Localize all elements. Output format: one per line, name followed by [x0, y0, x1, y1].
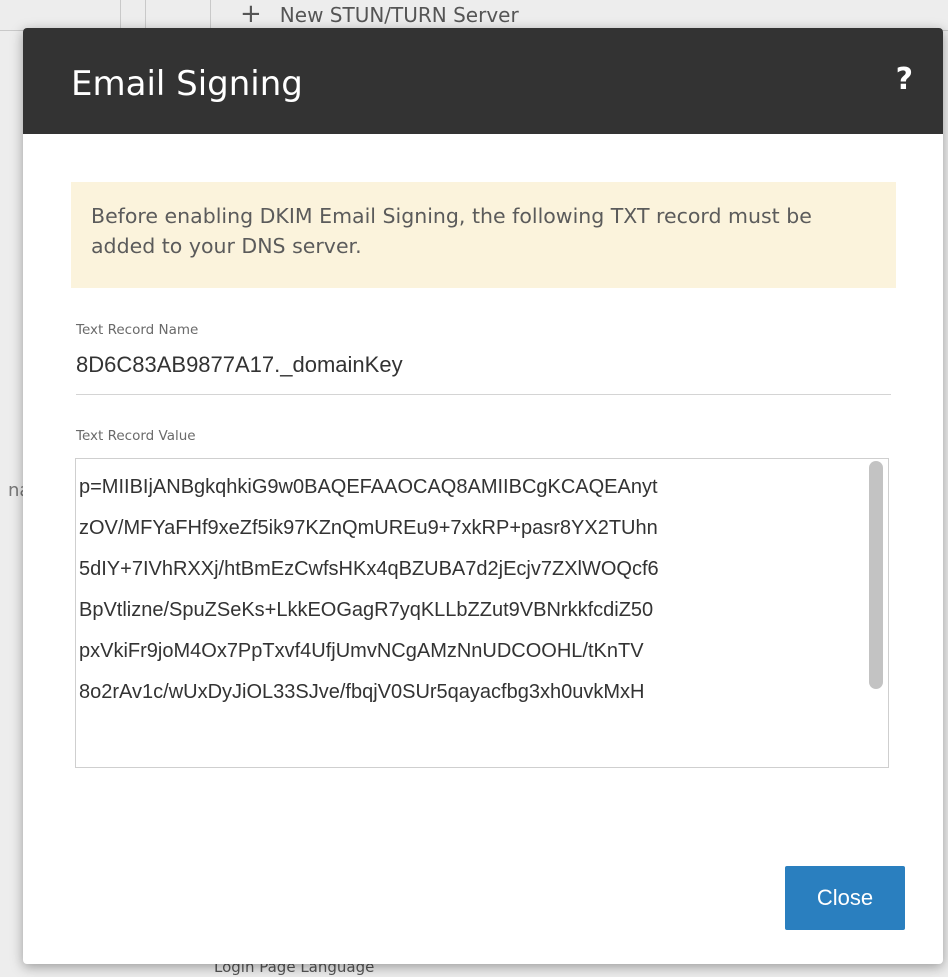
record-value-line: BpVtlizne/SpuZSeKs+LkkEOGagR7yqKLLbZZut9… — [79, 599, 654, 621]
dns-notice: Before enabling DKIM Email Signing, the … — [71, 182, 896, 288]
plus-icon: + — [240, 0, 262, 29]
email-signing-dialog: Email Signing ? Before enabling DKIM Ema… — [23, 28, 943, 964]
scrollbar-thumb[interactable] — [869, 461, 883, 689]
help-icon[interactable]: ? — [896, 62, 913, 97]
record-value-label: Text Record Value — [76, 428, 196, 444]
record-value-line: p=MIIBIjANBgkqhkiG9w0BAQEFAAOCAQ8AMIIBCg… — [79, 476, 658, 498]
bg-divider — [120, 0, 121, 30]
record-value-line: zOV/MFYaFHf9xeZf5ik97KZnQmUREu9+7xkRP+pa… — [79, 517, 658, 539]
bg-top-item-label: New STUN/TURN Server — [279, 3, 519, 27]
record-name-value[interactable]: 8D6C83AB9877A17._domainKey — [76, 352, 403, 378]
record-value-text: p=MIIBIjANBgkqhkiG9w0BAQEFAAOCAQ8AMIIBCg… — [79, 467, 859, 713]
record-value-textarea[interactable]: p=MIIBIjANBgkqhkiG9w0BAQEFAAOCAQ8AMIIBCg… — [75, 458, 889, 768]
record-name-label: Text Record Name — [76, 322, 199, 338]
bg-divider — [210, 0, 211, 30]
dialog-title: Email Signing — [71, 64, 303, 104]
bg-new-stun-turn-server[interactable]: + New STUN/TURN Server — [240, 0, 519, 28]
record-value-line: 5dIY+7IVhRXXj/htBmEzCwfsHKx4qBZUBA7d2jEc… — [79, 558, 659, 580]
field-divider — [76, 394, 891, 395]
record-value-line: 8o2rAv1c/wUxDyJiOL33SJve/fbqjV0SUr5qayac… — [79, 681, 645, 703]
record-value-line: pxVkiFr9joM4Ox7PpTxvf4UfjUmvNCgAMzNnUDCO… — [79, 640, 644, 662]
close-button[interactable]: Close — [785, 866, 905, 930]
bg-divider — [145, 0, 146, 30]
dialog-header: Email Signing ? — [23, 28, 943, 134]
scrollbar-track[interactable] — [866, 459, 886, 767]
